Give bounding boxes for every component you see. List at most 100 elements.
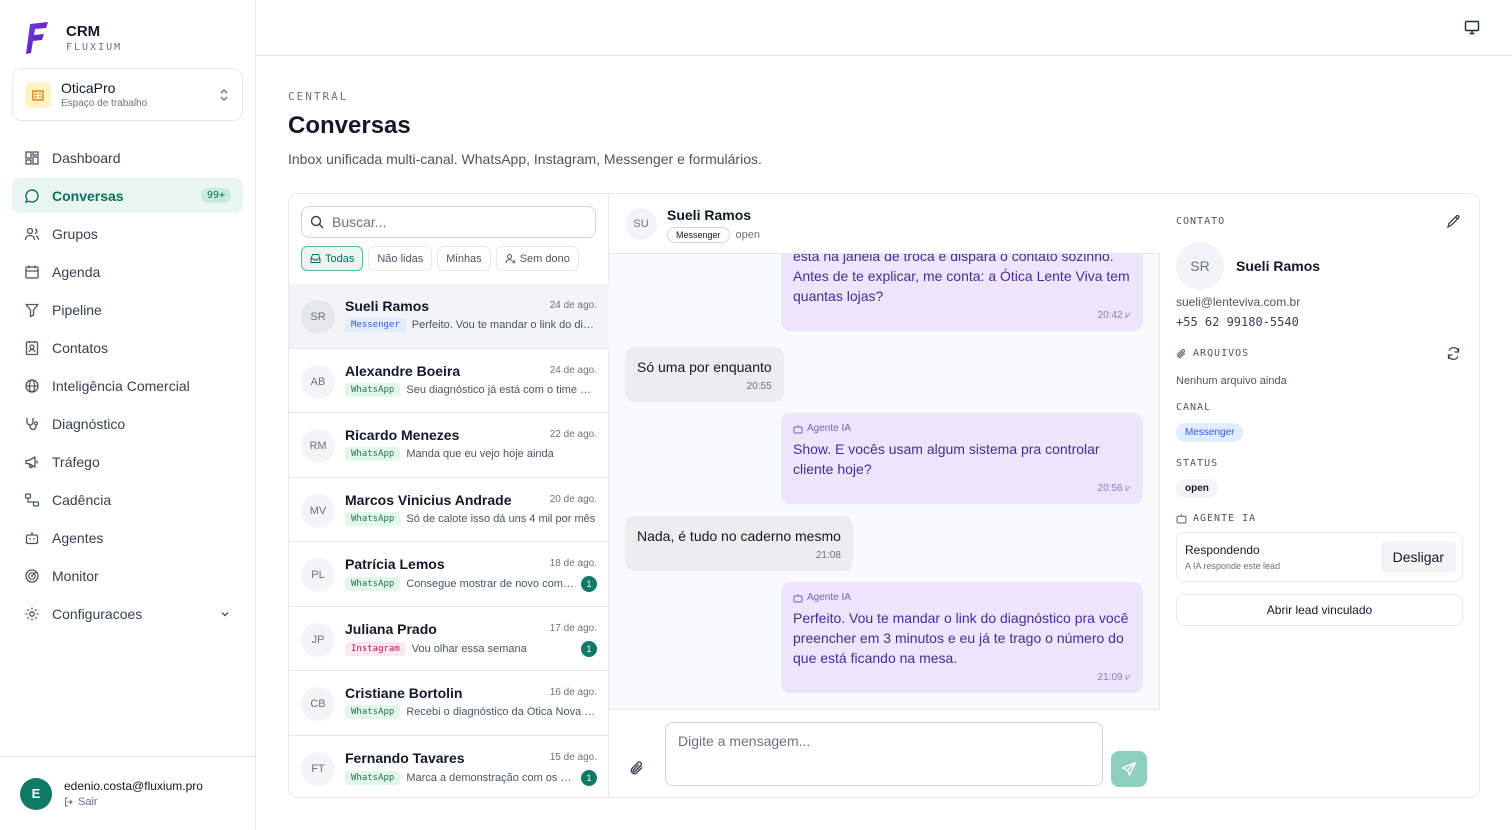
funnel-icon — [25, 303, 39, 317]
inbox-card: Todas Não lidas Minhas Sem dono SR Sueli… — [288, 193, 1480, 798]
message-preview: Manda que eu vejo hoje ainda — [406, 448, 554, 460]
workflow-icon — [24, 492, 40, 507]
conversation-date: 15 de ago. — [549, 751, 597, 763]
bot-icon — [793, 593, 803, 602]
filter-sem-dono[interactable]: Sem dono — [495, 246, 579, 271]
megaphone-icon — [25, 455, 38, 468]
nav-item-agentes[interactable]: Agentes — [12, 520, 243, 555]
nav-label: Configuracoes — [52, 605, 143, 622]
conversation-item[interactable]: RM Ricardo Menezes 22 de ago. WhatsApp M… — [289, 413, 609, 478]
filter-label: Todas — [325, 252, 355, 265]
paperclip-icon — [1177, 348, 1186, 358]
conversation-item[interactable]: JP Juliana Prado 17 de ago. Instagram Vo… — [289, 607, 609, 671]
message-preview: Consegue mostrar de novo como funciona? — [406, 578, 575, 590]
nav-item-configuracoes[interactable]: Configuracoes — [12, 596, 243, 631]
files-empty-text: Nenhum arquivo ainda — [1176, 375, 1287, 387]
nav-item-conversas[interactable]: Conversas 99+ — [12, 178, 243, 213]
section-label: CENTRAL — [288, 90, 349, 103]
users-icon — [24, 227, 40, 240]
pencil-icon[interactable] — [1446, 214, 1461, 229]
filter-minhas[interactable]: Minhas — [437, 246, 491, 271]
contacts-icon — [25, 340, 39, 355]
filter-todas[interactable]: Todas — [301, 246, 364, 271]
user-profile: E edenio.costa@fluxium.pro Sair — [0, 756, 256, 830]
filter-nao-lidas[interactable]: Não lidas — [368, 246, 433, 271]
paperclip-icon[interactable] — [629, 760, 645, 776]
conversation-item[interactable]: CB Cristiane Bortolin 16 de ago. WhatsAp… — [289, 671, 609, 736]
refresh-icon[interactable] — [1446, 346, 1461, 361]
avatar: SR — [301, 300, 335, 334]
nav-item-dashboard[interactable]: Dashboard — [12, 140, 243, 175]
message-time: 21:09 — [1097, 672, 1123, 683]
agent-section-label: AGENTE IA — [1193, 513, 1257, 524]
contact-name: Sueli Ramos — [1236, 258, 1321, 274]
conversation-item[interactable]: PL Patrícia Lemos 18 de ago. WhatsApp Co… — [289, 542, 609, 607]
message-bubble-incoming: Nada, é tudo no caderno mesmo 21:08 — [625, 516, 853, 571]
brand-title: CRM — [66, 23, 101, 40]
brand[interactable]: CRM FLUXIUM — [24, 20, 122, 56]
message-input[interactable] — [665, 722, 1103, 786]
message-text: Show. E vocês usam algum sistema pra con… — [793, 441, 1100, 477]
disable-agent-button[interactable]: Desligar — [1380, 541, 1456, 573]
conversation-item[interactable]: AB Alexandre Boeira 24 de ago. WhatsApp … — [289, 349, 609, 413]
nav-item-grupos[interactable]: Grupos — [12, 216, 243, 251]
avatar: FT — [301, 751, 335, 786]
contact-name: Patrícia Lemos — [345, 556, 445, 572]
conversation-date: 24 de ago. — [549, 364, 597, 376]
channel-badge: Instagram — [345, 641, 406, 656]
status-badge: open — [735, 229, 761, 241]
nav-item-cadencia[interactable]: Cadência — [12, 482, 243, 517]
user-email: edenio.costa@fluxium.pro — [64, 779, 203, 793]
contact-name: Alexandre Boeira — [345, 362, 461, 379]
channel-badge: WhatsApp — [345, 511, 401, 526]
search-box[interactable] — [301, 206, 596, 238]
channel-badge: WhatsApp — [345, 447, 401, 461]
nav-label: Agentes — [52, 529, 104, 546]
nav-item-monitor[interactable]: Monitor — [12, 558, 243, 593]
filter-label: Não lidas — [377, 252, 424, 265]
channel-badge: WhatsApp — [345, 382, 401, 397]
chat-panel: SU Sueli Ramos Messenger open está na ja… — [609, 194, 1160, 797]
workspace-switcher[interactable]: OticaPro Espaço de trabalho — [12, 68, 243, 121]
message-preview: Seu diagnóstico já está com o time de es… — [406, 383, 597, 396]
search-input[interactable] — [332, 214, 572, 230]
message-preview: Vou olhar essa semana — [411, 642, 527, 655]
workspace-name: OticaPro — [61, 80, 116, 96]
nav-item-inteligencia-comercial[interactable]: Inteligência Comercial — [12, 368, 243, 403]
conversation-date: 20 de ago. — [549, 493, 597, 505]
contact-panel: CONTATO SR Sueli Ramos sueli@lenteviva.c… — [1160, 194, 1479, 797]
nav-label: Monitor — [52, 567, 99, 584]
monitor-icon[interactable] — [1464, 20, 1480, 35]
send-button[interactable] — [1111, 751, 1147, 787]
nav-label: Conversas — [52, 187, 124, 204]
nav-item-trafego[interactable]: Tráfego — [12, 444, 243, 479]
message-preview: Marca a demonstração com os sócios — [406, 771, 575, 784]
nav-item-contatos[interactable]: Contatos — [12, 330, 243, 365]
globe-icon — [25, 378, 39, 393]
nav-item-diagnostico[interactable]: Diagnóstico — [12, 406, 243, 441]
channel-badge: Messenger — [667, 227, 730, 243]
channel-badge: Messenger — [1176, 423, 1244, 442]
nav-item-pipeline[interactable]: Pipeline — [12, 292, 243, 327]
unread-count-badge: 99+ — [200, 188, 231, 203]
unread-badge: 1 — [581, 769, 597, 786]
contact-section-label: CONTATO — [1176, 216, 1226, 227]
avatar[interactable]: E — [20, 777, 52, 810]
contact-email: sueli@lenteviva.com.br — [1176, 295, 1301, 309]
dashboard-icon — [25, 150, 39, 165]
channel-badge: WhatsApp — [345, 705, 401, 719]
nav-label: Cadência — [52, 491, 112, 508]
open-linked-lead-button[interactable]: Abrir lead vinculado — [1176, 594, 1463, 626]
conversation-item[interactable]: FT Fernando Tavares 15 de ago. WhatsApp … — [289, 736, 609, 798]
logout-button[interactable]: Sair — [64, 796, 203, 808]
conversation-list-panel: Todas Não lidas Minhas Sem dono SR Sueli… — [289, 194, 609, 798]
filter-label: Sem dono — [519, 252, 570, 265]
bot-icon — [793, 424, 803, 433]
message-preview: Só de calote isso dá uns 4 mil por mês — [406, 512, 596, 525]
conversation-item[interactable]: MV Marcos Vinicius Andrade 20 de ago. Wh… — [289, 478, 609, 542]
status-badge: open — [1176, 479, 1218, 498]
conversation-item[interactable]: SR Sueli Ramos 24 de ago. Messenger Perf… — [289, 284, 609, 349]
message-text: Nada, é tudo no caderno mesmo — [637, 528, 841, 544]
nav-item-agenda[interactable]: Agenda — [12, 254, 243, 289]
contact-phone: +55 62 99180-5540 — [1176, 315, 1299, 329]
